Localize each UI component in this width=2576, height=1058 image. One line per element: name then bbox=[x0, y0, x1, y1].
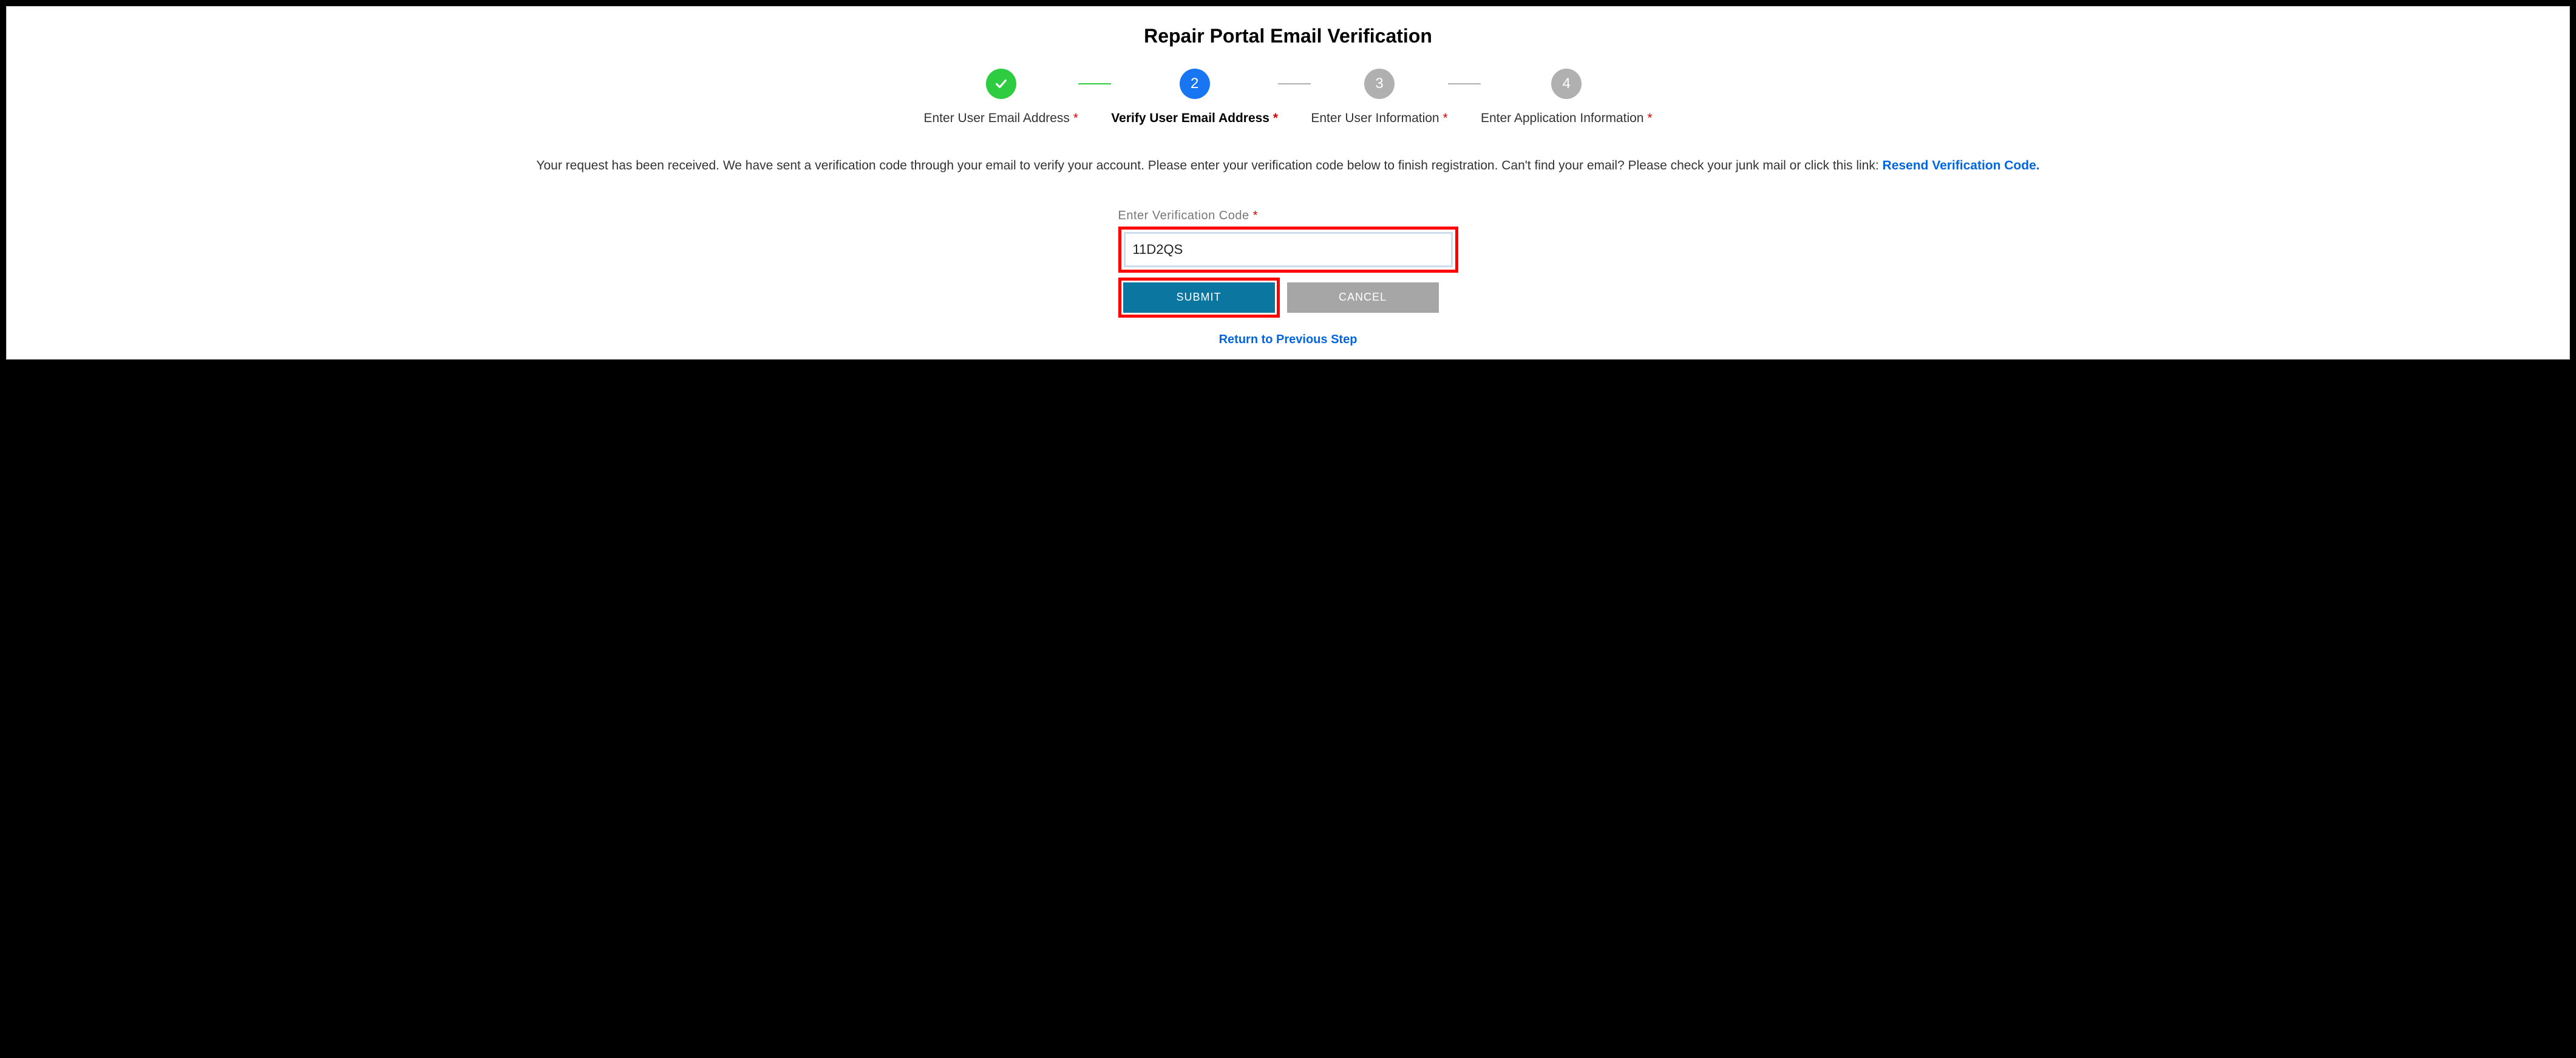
verification-panel: Repair Portal Email Verification Enter U… bbox=[6, 6, 2570, 360]
code-field-label: Enter Verification Code * bbox=[1118, 209, 1458, 223]
step-4: 4 Enter Application Information * bbox=[1481, 69, 1653, 126]
page-title: Repair Portal Email Verification bbox=[13, 25, 2563, 47]
submit-button[interactable]: SUBMIT bbox=[1123, 282, 1275, 313]
return-previous-link[interactable]: Return to Previous Step bbox=[1118, 333, 1458, 347]
check-icon bbox=[986, 69, 1016, 99]
resend-code-link[interactable]: Resend Verification Code. bbox=[1883, 159, 2040, 172]
step-3: 3 Enter User Information * bbox=[1311, 69, 1447, 126]
instructions-text: Your request has been received. We have … bbox=[13, 156, 2563, 176]
step-1-label: Enter User Email Address * bbox=[924, 111, 1078, 126]
submit-highlight: SUBMIT bbox=[1118, 278, 1280, 318]
cancel-button[interactable]: CANCEL bbox=[1287, 282, 1439, 313]
step-1: Enter User Email Address * bbox=[924, 69, 1078, 126]
code-input-highlight bbox=[1118, 227, 1458, 273]
connector-3-4 bbox=[1448, 83, 1481, 84]
connector-1-2 bbox=[1078, 83, 1111, 84]
step-3-circle: 3 bbox=[1364, 69, 1395, 99]
connector-2-3 bbox=[1278, 83, 1311, 84]
step-3-label: Enter User Information * bbox=[1311, 111, 1447, 126]
verification-form: Enter Verification Code * SUBMIT CANCEL … bbox=[1118, 209, 1458, 347]
button-row: SUBMIT CANCEL bbox=[1118, 278, 1458, 318]
step-2: 2 Verify User Email Address * bbox=[1111, 69, 1278, 126]
verification-code-input[interactable] bbox=[1124, 232, 1453, 267]
step-2-label: Verify User Email Address * bbox=[1111, 111, 1278, 126]
step-2-circle: 2 bbox=[1180, 69, 1210, 99]
step-4-label: Enter Application Information * bbox=[1481, 111, 1653, 126]
progress-stepper: Enter User Email Address * 2 Verify User… bbox=[863, 69, 1713, 126]
step-4-circle: 4 bbox=[1551, 69, 1582, 99]
